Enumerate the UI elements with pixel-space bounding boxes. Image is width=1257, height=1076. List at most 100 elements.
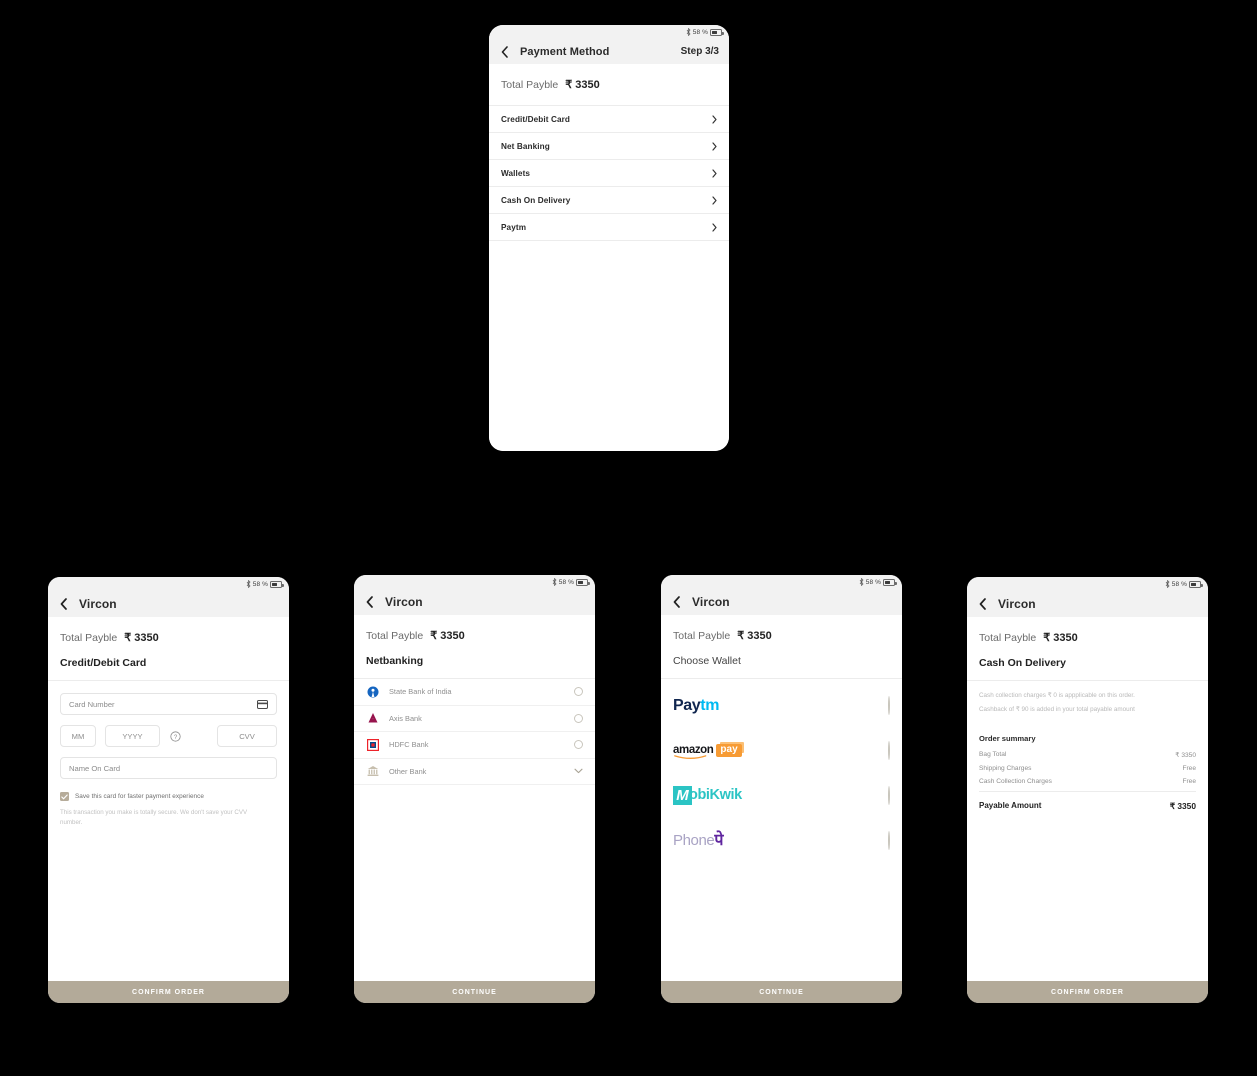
bank-item-other-bank[interactable]: Other Bank [354, 759, 595, 785]
bluetooth-icon [1165, 580, 1170, 588]
wallet-radio[interactable] [888, 830, 890, 850]
wallet-list: Paytm amazon pay M obiKwik Phone पे [661, 678, 902, 863]
bank-radio[interactable] [574, 713, 583, 723]
amazon-pay-badge: pay [716, 744, 742, 757]
payment-methods-list: Credit/Debit Card Net Banking Wallets Ca… [489, 105, 729, 241]
bank-list: State Bank of India Axis Bank HDFC Bank … [354, 678, 595, 785]
name-on-card-input[interactable]: Name On Card [60, 757, 277, 779]
screen-body: Total Payble ₹ 3350 Choose Wallet Paytm … [661, 615, 902, 981]
axis-bank-logo-icon [366, 712, 379, 725]
phone-credit-debit-card: 58 % Vircon Total Payble ₹ 3350 Credit/D… [48, 577, 289, 1003]
app-bar: Vircon [661, 589, 902, 615]
card-number-placeholder: Card Number [69, 699, 115, 709]
save-card-row[interactable]: Save this card for faster payment experi… [60, 792, 277, 801]
battery-icon [270, 580, 284, 588]
continue-button[interactable]: CONTINUE [661, 981, 902, 1003]
wallet-item-mobikwik[interactable]: M obiKwik [661, 773, 902, 818]
battery-percent-label: 58 % [1171, 580, 1187, 588]
credit-card-icon [257, 699, 268, 709]
page-title: Vircon [692, 595, 730, 609]
chevron-right-icon [712, 222, 717, 232]
payment-method-credit-debit-card[interactable]: Credit/Debit Card [489, 106, 729, 133]
cod-note-cashback: Cashback of ₹ 90 is added in your total … [979, 706, 1135, 714]
battery-percent-label: 58 % [865, 578, 881, 586]
wallet-item-phonepe[interactable]: Phone पे [661, 818, 902, 863]
order-summary-title: Order summary [979, 733, 1036, 743]
paytm-logo-part2: tm [700, 696, 720, 714]
status-bar: 58 % [661, 575, 902, 589]
year-placeholder: YYYY [122, 731, 143, 741]
bank-item-axis-bank[interactable]: Axis Bank [354, 706, 595, 732]
page-title: Payment Method [520, 45, 610, 58]
chevron-down-icon[interactable] [574, 768, 583, 774]
wallet-item-paytm[interactable]: Paytm [661, 683, 902, 728]
total-payable-amount: ₹ 3350 [430, 630, 465, 642]
payment-method-cash-on-delivery[interactable]: Cash On Delivery [489, 187, 729, 214]
expiry-cvv-row: MM YYYY ? CVV [60, 725, 277, 747]
battery-percent-label: 58 % [558, 578, 574, 586]
chevron-right-icon [712, 168, 717, 178]
bank-name: State Bank of India [389, 687, 452, 697]
bluetooth-icon [552, 578, 557, 586]
back-chevron-icon[interactable] [499, 44, 510, 60]
battery-icon [883, 578, 897, 586]
wallet-radio[interactable] [888, 740, 890, 760]
back-chevron-icon[interactable] [977, 596, 988, 612]
total-payable-amount: ₹ 3350 [1043, 632, 1078, 644]
page-title: Vircon [79, 597, 117, 611]
summary-key: Bag Total [979, 751, 1007, 759]
back-chevron-icon[interactable] [671, 594, 682, 610]
summary-row-cash-collection-charges: Cash Collection Charges Free [979, 778, 1196, 785]
cvv-input[interactable]: CVV [217, 725, 277, 747]
bank-item-hdfc-bank[interactable]: HDFC Bank [354, 732, 595, 759]
battery-icon [576, 578, 590, 586]
phone-payment-method: 58 % Payment Method Step 3/3 Total Paybl… [489, 25, 729, 451]
battery-icon [710, 28, 724, 36]
total-payable-label: Total Payble [673, 630, 731, 642]
payment-method-net-banking[interactable]: Net Banking [489, 133, 729, 160]
payment-method-label: Wallets [501, 168, 531, 178]
save-card-label: Save this card for faster payment experi… [75, 793, 205, 800]
back-chevron-icon[interactable] [364, 594, 375, 610]
mobikwik-wordmark: obiKwik [689, 787, 742, 804]
chevron-right-icon [712, 114, 717, 124]
payable-amount-label: Payable Amount [979, 801, 1042, 811]
wallet-radio[interactable] [888, 695, 890, 715]
section-title-choose-wallet: Choose Wallet [673, 655, 741, 667]
wallet-item-amazon-pay[interactable]: amazon pay [661, 728, 902, 773]
payment-method-wallets[interactable]: Wallets [489, 160, 729, 187]
expiry-month-input[interactable]: MM [60, 725, 96, 747]
confirm-order-button[interactable]: CONFIRM ORDER [48, 981, 289, 1003]
wallet-radio[interactable] [888, 785, 890, 805]
total-payable-amount: ₹ 3350 [565, 79, 600, 91]
bank-item-state-bank-of-india[interactable]: State Bank of India [354, 679, 595, 706]
confirm-order-button[interactable]: CONFIRM ORDER [967, 981, 1208, 1003]
expiry-year-input[interactable]: YYYY [105, 725, 160, 747]
bank-radio[interactable] [574, 687, 583, 697]
bank-radio[interactable] [574, 740, 583, 750]
payment-method-paytm[interactable]: Paytm [489, 214, 729, 241]
section-title-cash-on-delivery: Cash On Delivery [979, 657, 1066, 669]
paytm-logo-part1: Pay [673, 696, 701, 714]
help-circle-icon[interactable]: ? [169, 730, 182, 743]
phone-choose-wallet: 58 % Vircon Total Payble ₹ 3350 Choose W… [661, 575, 902, 1003]
chevron-right-icon [712, 141, 717, 151]
save-card-checkbox[interactable] [60, 792, 69, 801]
total-payable-row: Total Payble ₹ 3350 [661, 615, 902, 642]
card-number-input[interactable]: Card Number [60, 693, 277, 715]
total-payable-row: Total Payble ₹ 3350 [489, 64, 729, 91]
screen-body: Total Payble ₹ 3350 Credit/Debit Card Ne… [489, 64, 729, 451]
section-title-netbanking: Netbanking [366, 655, 424, 667]
chevron-right-icon [712, 195, 717, 205]
continue-button[interactable]: CONTINUE [354, 981, 595, 1003]
phonepe-devanagari-pe: पे [714, 831, 724, 849]
hdfc-bank-logo-icon [366, 738, 379, 751]
secure-transaction-note: This transaction you make is totally sec… [60, 809, 248, 826]
total-payable-row: Total Payble ₹ 3350 [48, 617, 289, 644]
bluetooth-icon [246, 580, 251, 588]
total-payable-row: Total Payble ₹ 3350 [354, 615, 595, 642]
phonepe-logo-icon: Phone पे [673, 831, 724, 849]
total-payable-row: Total Payble ₹ 3350 [967, 617, 1208, 644]
back-chevron-icon[interactable] [58, 596, 69, 612]
phone-cash-on-delivery: 58 % Vircon Total Payble ₹ 3350 Cash On … [967, 577, 1208, 1003]
